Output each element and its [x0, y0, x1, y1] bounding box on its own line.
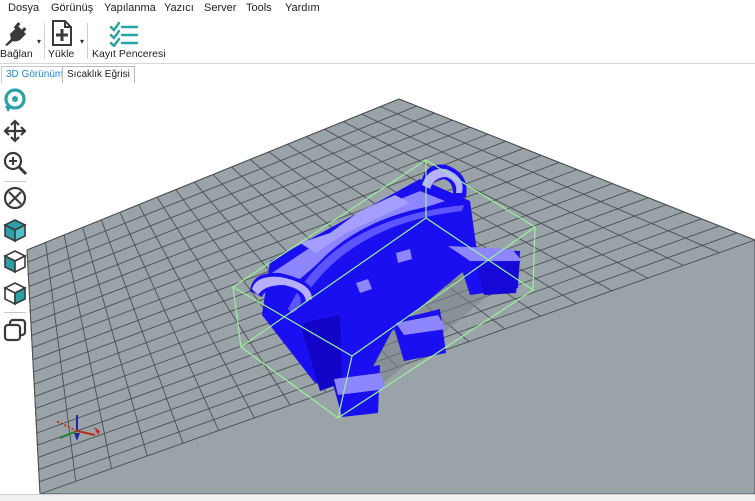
iso-view-button[interactable]: [2, 217, 28, 245]
rotate-icon: [4, 88, 26, 112]
3d-viewport[interactable]: [0, 83, 755, 495]
log-window-label: Kayıt Penceresi: [92, 48, 166, 60]
toolbar: Bağlan ▾ Yükle ▾ Kayıt Penceresi: [0, 17, 755, 64]
connect-dropdown-icon[interactable]: ▾: [37, 37, 41, 46]
checklist-icon: [109, 21, 139, 47]
connect-button[interactable]: Bağlan: [0, 19, 36, 61]
add-file-icon: [52, 20, 72, 46]
toolbar-separator-2: [87, 23, 88, 59]
sidebar-separator-2: [4, 312, 26, 313]
menu-yazici[interactable]: Yazıcı: [164, 2, 194, 14]
parallel-projection-icon: [3, 318, 27, 342]
zoom-icon: [3, 151, 28, 176]
plug-icon: [5, 22, 27, 46]
3d-scene[interactable]: [0, 83, 755, 495]
menu-yardim[interactable]: Yardım: [285, 2, 320, 14]
zoom-button[interactable]: [2, 150, 28, 178]
connect-label: Bağlan: [0, 48, 33, 60]
top-view-button[interactable]: [2, 280, 28, 308]
tab-temperature-curve[interactable]: Sıcaklık Eğrisi: [62, 66, 135, 83]
front-view-icon: [3, 250, 27, 274]
load-label: Yükle: [48, 48, 75, 60]
move-icon: [3, 119, 27, 143]
view-tools-sidebar: [0, 84, 30, 354]
rotate-button[interactable]: [2, 86, 28, 114]
sidebar-separator: [4, 181, 26, 182]
tab-3d-view[interactable]: 3D Görünüm: [1, 66, 69, 83]
fit-view-icon: [3, 186, 27, 210]
load-dropdown-icon[interactable]: ▾: [80, 37, 84, 46]
toolbar-separator: [44, 23, 45, 59]
top-view-icon: [3, 282, 27, 306]
log-window-button[interactable]: Kayıt Penceresi: [90, 19, 166, 61]
menu-yapilanma[interactable]: Yapılanma: [104, 2, 156, 14]
menu-bar: Dosya Görünüş Yapılanma Yazıcı Server To…: [0, 0, 755, 17]
tab-bar: 3D Görünüm Sıcaklık Eğrisi: [0, 64, 755, 84]
load-button[interactable]: Yükle: [47, 19, 77, 61]
menu-gorunus[interactable]: Görünüş: [51, 2, 93, 14]
parallel-projection-button[interactable]: [2, 317, 28, 345]
menu-server[interactable]: Server: [204, 2, 236, 14]
front-view-button[interactable]: [2, 248, 28, 276]
menu-dosya[interactable]: Dosya: [8, 2, 39, 14]
move-button[interactable]: [2, 118, 28, 146]
fit-view-button[interactable]: [2, 185, 28, 213]
menu-tools[interactable]: Tools: [246, 2, 272, 14]
iso-view-icon: [3, 219, 27, 243]
